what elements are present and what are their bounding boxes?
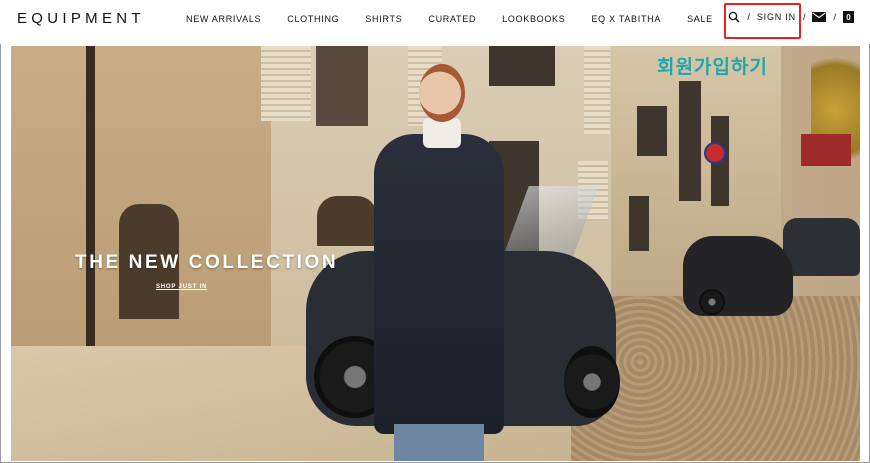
- shop-just-in-link[interactable]: SHOP JUST IN: [156, 284, 207, 290]
- parked-car: [783, 218, 860, 276]
- window: [316, 46, 368, 126]
- window: [489, 46, 555, 86]
- hero-headline: THE NEW COLLECTION: [75, 252, 339, 273]
- motorcycle-front-wheel: [564, 346, 620, 418]
- no-parking-sign: [704, 142, 726, 164]
- drain-pipe: [86, 46, 95, 376]
- annotation-highlight-box: [724, 3, 801, 39]
- main-nav: NEW ARRIVALS CLOTHING SHIRTS CURATED LOO…: [186, 14, 713, 24]
- awning: [801, 134, 851, 166]
- hero-banner[interactable]: THE NEW COLLECTION SHOP JUST IN 회원가입하기: [11, 46, 860, 461]
- annotation-label: 회원가입하기: [657, 57, 768, 78]
- nav-shirts[interactable]: SHIRTS: [365, 14, 402, 24]
- arched-window: [317, 196, 377, 246]
- nav-lookbooks[interactable]: LOOKBOOKS: [502, 14, 565, 24]
- model-jeans: [394, 424, 484, 461]
- mail-icon[interactable]: [812, 12, 827, 22]
- separator: /: [802, 12, 806, 22]
- separator: /: [833, 12, 836, 22]
- nav-new-arrivals[interactable]: NEW ARRIVALS: [186, 14, 261, 24]
- bag-icon[interactable]: 0: [843, 11, 854, 23]
- bag-count: 0: [846, 13, 851, 22]
- nav-sale[interactable]: SALE: [687, 14, 713, 24]
- model-turtleneck: [423, 118, 461, 148]
- model-trench-coat: [374, 134, 504, 434]
- window: [679, 81, 701, 201]
- nav-eq-x-tabitha[interactable]: EQ X TABITHA: [591, 14, 661, 24]
- window: [637, 106, 667, 156]
- window-shutter: [261, 46, 311, 121]
- brand-logo[interactable]: EQUIPMENT: [17, 10, 145, 27]
- model-head: [419, 64, 465, 122]
- window-shutter: [584, 46, 610, 134]
- window: [629, 196, 649, 251]
- nav-curated[interactable]: CURATED: [428, 14, 476, 24]
- nav-clothing[interactable]: CLOTHING: [287, 14, 339, 24]
- scooter-wheel: [699, 289, 725, 315]
